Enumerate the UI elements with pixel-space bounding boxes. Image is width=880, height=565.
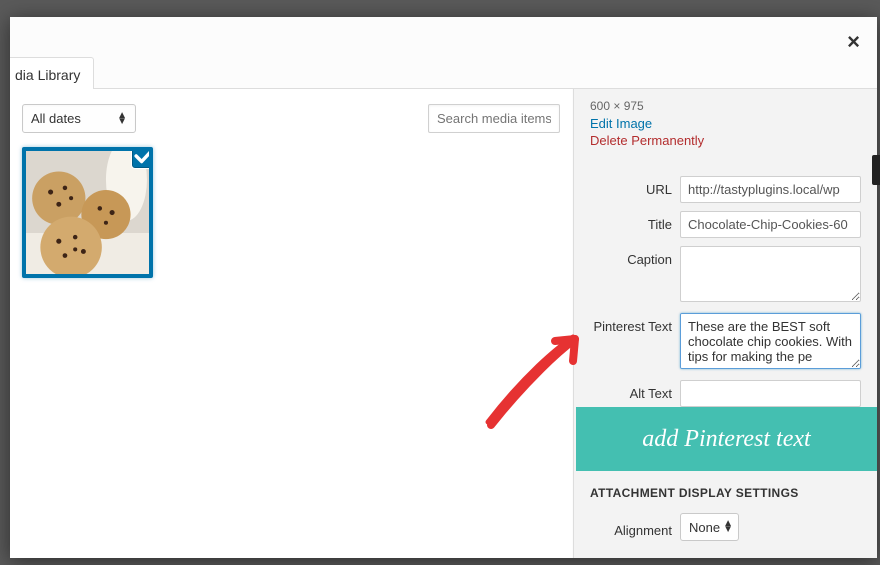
media-thumbnail-image [26, 151, 149, 274]
caption-label: Caption [590, 246, 680, 267]
date-filter-select[interactable]: All dates ▲▼ [22, 104, 136, 133]
alt-text-label: Alt Text [590, 380, 680, 401]
alignment-select[interactable]: None ▲▼ [680, 513, 739, 541]
media-toolbar: All dates ▲▼ [22, 104, 560, 133]
media-library-panel: All dates ▲▼ [10, 89, 572, 558]
edit-image-link[interactable]: Edit Image [590, 116, 861, 131]
date-filter-value: All dates [31, 111, 81, 126]
caption-field[interactable] [680, 246, 861, 302]
url-label: URL [590, 176, 680, 197]
tab-media-library[interactable]: dia Library [10, 57, 94, 93]
title-field[interactable] [680, 211, 861, 238]
media-item-selected[interactable] [22, 147, 153, 278]
add-pinterest-text-callout: add Pinterest text [576, 407, 877, 471]
url-field[interactable] [680, 176, 861, 203]
pinterest-text-label: Pinterest Text [590, 313, 680, 334]
attachment-display-settings-header: ATTACHMENT DISPLAY SETTINGS [590, 486, 799, 500]
select-arrows-icon: ▲▼ [117, 113, 127, 125]
attachment-form: URL Title Caption Pinterest Text These a… [590, 176, 861, 407]
callout-label: add Pinterest text [642, 426, 810, 453]
tab-label: dia Library [15, 67, 80, 83]
pinterest-text-field[interactable]: These are the BEST soft chocolate chip c… [680, 313, 861, 369]
alt-text-field[interactable] [680, 380, 861, 407]
alignment-label: Alignment [590, 517, 680, 538]
search-input[interactable] [428, 104, 560, 133]
attachment-dimensions: 600 × 975 [590, 99, 861, 113]
alignment-value: None [689, 520, 720, 535]
media-modal: × dia Library All dates ▲▼ [10, 17, 877, 558]
delete-permanently-link[interactable]: Delete Permanently [590, 133, 861, 148]
select-arrows-icon: ▲▼ [723, 521, 733, 533]
attachment-details-panel: 600 × 975 Edit Image Delete Permanently … [573, 89, 877, 558]
close-icon[interactable]: × [847, 29, 860, 55]
window-edge [872, 155, 880, 185]
title-label: Title [590, 211, 680, 232]
selected-check-icon [132, 147, 153, 168]
